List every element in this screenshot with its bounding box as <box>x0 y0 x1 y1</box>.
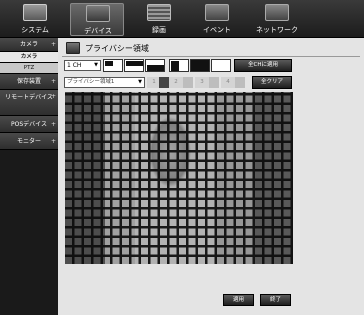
record-icon <box>147 4 171 21</box>
zone-number-3[interactable]: 3 <box>195 77 209 88</box>
tab-event-label: イベント <box>203 26 231 34</box>
sidebar-item-label: カメラ <box>20 54 38 60</box>
apply-button[interactable]: 適用 <box>223 294 254 306</box>
zone-number-2-indicator[interactable] <box>183 77 193 88</box>
zone-number-1-indicator[interactable] <box>159 77 169 88</box>
sidebar-item-label: PTZ <box>23 65 35 71</box>
camera-device-icon <box>86 5 110 22</box>
sidebar-item-label: 保存装置 <box>16 78 41 85</box>
expand-icon: + <box>50 121 56 128</box>
monitor-icon <box>23 4 47 21</box>
mask-pattern-button-4[interactable] <box>169 59 189 72</box>
divider <box>62 56 360 57</box>
tab-system[interactable]: システム <box>8 3 62 36</box>
mask-pattern-button-6[interactable] <box>211 59 231 72</box>
zone-number-4[interactable]: 4 <box>221 77 235 88</box>
privacy-mask-grid[interactable] <box>65 92 293 264</box>
network-icon <box>265 4 289 21</box>
camera-preview[interactable] <box>65 92 293 264</box>
tab-event[interactable]: イベント <box>190 3 244 36</box>
camera-icon <box>66 42 80 54</box>
zone-number-2[interactable]: 2 <box>169 77 183 88</box>
sidebar-item-label: リモートデバイス <box>5 94 53 101</box>
mask-pattern-button-5[interactable] <box>190 59 210 72</box>
event-icon <box>205 4 229 21</box>
mask-pattern-button-3[interactable] <box>145 59 165 72</box>
sidebar-item-label: POSデバイス <box>11 121 47 128</box>
sidebar-item-label: カメラ <box>19 41 38 48</box>
sidebar-item-monitor[interactable]: モニター + <box>0 133 58 150</box>
tab-device-label: デバイス <box>84 27 112 35</box>
sidebar: カメラ + カメラ PTZ 保存装置 + リモートデバイス + POSデバイス … <box>0 38 58 315</box>
tab-system-label: システム <box>21 26 49 34</box>
tab-record-label: 録画 <box>152 26 166 34</box>
tab-network-label: ネットワーク <box>256 26 298 34</box>
mask-pattern-button-1[interactable] <box>103 59 123 72</box>
clear-all-button[interactable]: 全クリア <box>252 76 292 89</box>
zone-number-3-indicator[interactable] <box>209 77 219 88</box>
expand-icon: + <box>50 93 56 100</box>
channel-select[interactable]: 1 CH ▼ <box>64 60 101 71</box>
sidebar-item-camera[interactable]: カメラ <box>0 52 58 63</box>
sidebar-item-label: モニター <box>16 138 41 145</box>
tab-network[interactable]: ネットワーク <box>250 3 304 36</box>
privacy-zone-select-value: プライバシー領域1 <box>67 79 115 85</box>
expand-icon: + <box>50 41 56 48</box>
mask-pattern-button-2[interactable] <box>124 59 144 72</box>
app-window: システム デバイス 録画 イベント ネットワーク カメラ + カメラ PTZ 保… <box>0 0 364 315</box>
page-title: プライバシー領域 <box>85 44 149 53</box>
tab-record[interactable]: 録画 <box>132 3 186 36</box>
top-nav: システム デバイス 録画 イベント ネットワーク <box>0 0 364 38</box>
zone-number-4-indicator[interactable] <box>235 77 245 88</box>
channel-select-value: 1 CH <box>67 62 82 69</box>
privacy-zone-select[interactable]: プライバシー領域1 ▼ <box>64 77 145 88</box>
main-panel: プライバシー領域 1 CH ▼ 全CHに適用 プライバシー領域1 ▼ 1 2 3… <box>58 38 364 315</box>
sidebar-item-storage[interactable]: 保存装置 + <box>0 74 58 90</box>
sidebar-item-remote-device[interactable]: リモートデバイス + <box>0 90 58 116</box>
dropdown-arrow-icon: ▼ <box>94 62 98 68</box>
sidebar-item-pos-device[interactable]: POSデバイス + <box>0 116 58 133</box>
expand-icon: + <box>50 138 56 145</box>
tab-device[interactable]: デバイス <box>70 3 124 36</box>
sidebar-item-camera-group[interactable]: カメラ + <box>0 38 58 52</box>
apply-all-channels-button[interactable]: 全CHに適用 <box>234 59 292 72</box>
expand-icon: + <box>50 78 56 85</box>
close-button[interactable]: 終了 <box>260 294 291 306</box>
sidebar-item-ptz[interactable]: PTZ <box>0 63 58 74</box>
dropdown-arrow-icon: ▼ <box>138 79 142 85</box>
